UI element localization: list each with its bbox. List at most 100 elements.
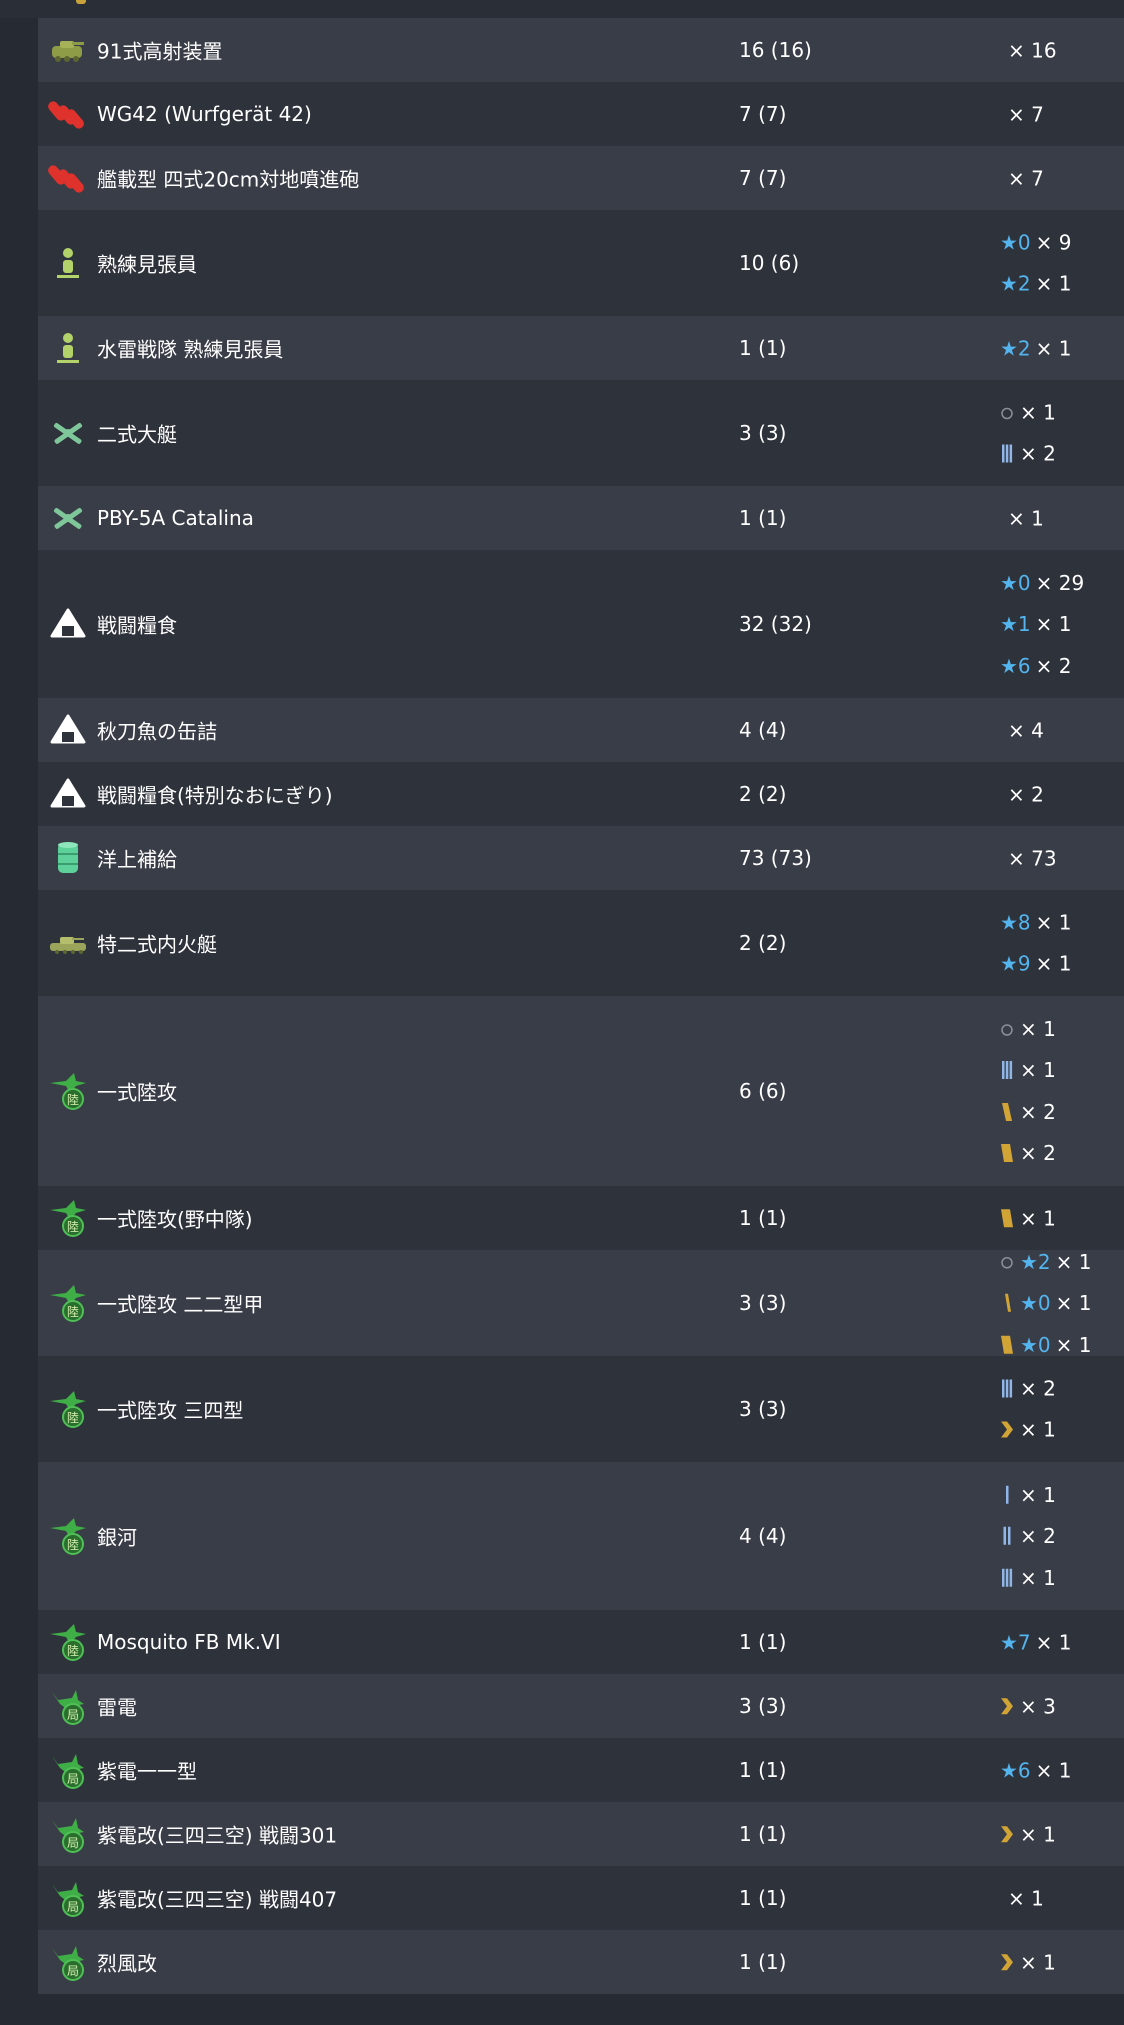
table-row[interactable]: 陸 一式陸攻 6 (6) × 1 × 1 × 2 × 2 — [38, 996, 1124, 1186]
equipment-name: 二式大艇 — [97, 422, 177, 447]
equipment-name: 秋刀魚の缶詰 — [97, 719, 217, 744]
multiplier: × 73 — [1008, 846, 1057, 870]
proficiency-line: ★7 × 1 — [1000, 1621, 1072, 1663]
supply-drum-icon — [48, 838, 88, 878]
equipment-name: 紫電改(三四三空) 戦闘407 — [97, 1887, 338, 1912]
multiplier: × 2 — [1035, 653, 1072, 678]
table-row[interactable]: 水雷戦隊 熟練見張員 1 (1) ★2 × 1 — [38, 316, 1124, 380]
proficiency-gold3-icon — [1000, 1141, 1014, 1165]
proficiency-line: ★2 × 1 — [1000, 1241, 1092, 1283]
previous-row-icon-edge — [76, 0, 86, 4]
svg-text:局: 局 — [67, 1836, 79, 1850]
interceptor-icon: 局 — [48, 1942, 88, 1982]
equipment-count: 32 (32) — [739, 612, 812, 636]
multiplier: × 2 — [1020, 1141, 1056, 1166]
improvement-stars: ★8 — [1000, 910, 1031, 935]
table-row[interactable]: 陸一式陸攻 二二型甲 3 (3) ★2 × 1 ★0 × 1 ★0 × 1 — [38, 1250, 1124, 1357]
table-row[interactable]: 熟練見張員 10 (6) ★0 × 9 ★2 × 1 — [38, 210, 1124, 316]
improvement-stars: ★7 — [1000, 1630, 1031, 1654]
multiplier: × 1 — [1020, 1206, 1056, 1230]
table-row[interactable]: WG42 (Wurfgerät 42) 7 (7) × 7 — [38, 82, 1124, 146]
equipment-count: 2 (2) — [739, 782, 787, 806]
equipment-count: 6 (6) — [739, 1079, 787, 1103]
proficiency-line: × 16 — [1000, 29, 1057, 71]
table-row[interactable]: 局 烈風改 1 (1) × 1 — [38, 1930, 1124, 1994]
land-attacker-icon: 陸 — [48, 1071, 88, 1111]
proficiency-list: × 7 — [1000, 157, 1044, 199]
table-row[interactable]: 二式大艇 3 (3) × 1 × 2 — [38, 380, 1124, 486]
equipment-count: 16 (16) — [739, 38, 812, 62]
equipment-count: 1 (1) — [739, 336, 787, 360]
table-row[interactable]: 秋刀魚の缶詰 4 (4) × 4 — [38, 698, 1124, 762]
proficiency-line: × 1 — [1000, 1197, 1056, 1239]
svg-text:局: 局 — [67, 1772, 79, 1786]
table-row[interactable]: 局 紫電改(三四三空) 戦闘407 1 (1) × 1 — [38, 1866, 1124, 1930]
improvement-stars: ★2 — [1000, 336, 1031, 360]
proficiency-line: × 7 — [1000, 93, 1044, 135]
multiplier: × 7 — [1008, 102, 1044, 126]
equipment-count: 1 (1) — [739, 1950, 787, 1974]
proficiency-list: × 1 — [1000, 1941, 1056, 1983]
proficiency-list: ★7 × 1 — [1000, 1621, 1072, 1663]
equipment-count: 1 (1) — [739, 506, 787, 530]
multiplier: × 2 — [1008, 782, 1044, 806]
improvement-stars: ★6 — [1000, 653, 1031, 678]
improvement-stars: ★0 — [1000, 570, 1031, 595]
proficiency-line: × 1 — [1000, 1474, 1056, 1516]
proficiency-line: × 73 — [1000, 837, 1057, 879]
improvement-stars: ★9 — [1000, 951, 1031, 976]
table-row[interactable]: 局 紫電一一型 1 (1) ★6 × 1 — [38, 1738, 1124, 1802]
proficiency-chevron-icon — [1000, 1694, 1014, 1718]
table-row[interactable]: 陸 Mosquito FB Mk.VI 1 (1) ★7 × 1 — [38, 1610, 1124, 1674]
proficiency-list: × 16 — [1000, 29, 1057, 71]
ration-icon — [48, 774, 88, 814]
proficiency-list: ★0 × 29 ★1 × 1 ★6 × 2 — [1000, 562, 1084, 687]
multiplier: × 1 — [1020, 400, 1056, 425]
ration-icon — [48, 710, 88, 750]
proficiency-bar3-icon — [1000, 1566, 1014, 1590]
equipment-count: 10 (6) — [739, 251, 800, 275]
top-strip — [0, 0, 1124, 18]
svg-text:陸: 陸 — [67, 1411, 79, 1425]
proficiency-line: × 2 — [1000, 1515, 1056, 1557]
table-row[interactable]: 洋上補給 73 (73) × 73 — [38, 826, 1124, 890]
svg-text:陸: 陸 — [67, 1220, 79, 1234]
proficiency-line: × 1 — [1000, 497, 1044, 539]
proficiency-line: ★0 × 29 — [1000, 562, 1084, 604]
multiplier: × 1 — [1055, 1332, 1092, 1357]
multiplier: × 1 — [1020, 1565, 1056, 1590]
table-row[interactable]: 91式高射装置 16 (16) × 16 — [38, 18, 1124, 82]
proficiency-list: ★2 × 1 ★0 × 1 ★0 × 1 — [1000, 1241, 1092, 1366]
proficiency-list: × 7 — [1000, 93, 1044, 135]
proficiency-line: × 2 — [1000, 773, 1044, 815]
ration-icon — [48, 604, 88, 644]
table-row[interactable]: 戦闘糧食(特別なおにぎり) 2 (2) × 2 — [38, 762, 1124, 826]
proficiency-chevron-icon — [1000, 1418, 1014, 1442]
proficiency-bar2-icon — [1000, 1524, 1014, 1548]
table-row[interactable]: 艦載型 四式20cm対地噴進砲 7 (7) × 7 — [38, 146, 1124, 210]
table-row[interactable]: 局 雷電 3 (3) × 3 — [38, 1674, 1124, 1738]
proficiency-line: × 1 — [1000, 1813, 1056, 1855]
table-row[interactable]: 陸 一式陸攻 三四型 3 (3) × 2 × 1 — [38, 1356, 1124, 1462]
flying-boat-icon — [48, 498, 88, 538]
table-row[interactable]: 陸 銀河 4 (4) × 1 × 2 × 1 — [38, 1462, 1124, 1610]
equipment-count: 2 (2) — [739, 931, 787, 955]
equipment-name: 雷電 — [97, 1695, 137, 1720]
proficiency-list: × 1 — [1000, 1197, 1056, 1239]
proficiency-line: × 4 — [1000, 709, 1044, 751]
table-row[interactable]: 局 紫電改(三四三空) 戦闘301 1 (1) × 1 — [38, 1802, 1124, 1866]
interceptor-icon: 局 — [48, 1750, 88, 1790]
equipment-name: 水雷戦隊 熟練見張員 — [97, 337, 284, 362]
multiplier: × 1 — [1020, 1016, 1056, 1041]
improvement-stars: ★1 — [1000, 612, 1031, 636]
equipment-count: 73 (73) — [739, 846, 812, 870]
table-row[interactable]: PBY-5A Catalina 1 (1) × 1 — [38, 486, 1124, 550]
multiplier: × 29 — [1035, 570, 1085, 595]
equipment-count: 7 (7) — [739, 102, 787, 126]
table-row[interactable]: 陸 一式陸攻(野中隊) 1 (1) × 1 — [38, 1186, 1124, 1250]
equipment-count: 4 (4) — [739, 1524, 787, 1548]
equipment-name: 戦闘糧食(特別なおにぎり) — [97, 783, 333, 808]
table-row[interactable]: 戦闘糧食 32 (32) ★0 × 29 ★1 × 1 ★6 × 2 — [38, 550, 1124, 698]
table-row[interactable]: 特二式内火艇 2 (2) ★8 × 1 ★9 × 1 — [38, 890, 1124, 996]
multiplier: × 1 — [1035, 612, 1072, 636]
